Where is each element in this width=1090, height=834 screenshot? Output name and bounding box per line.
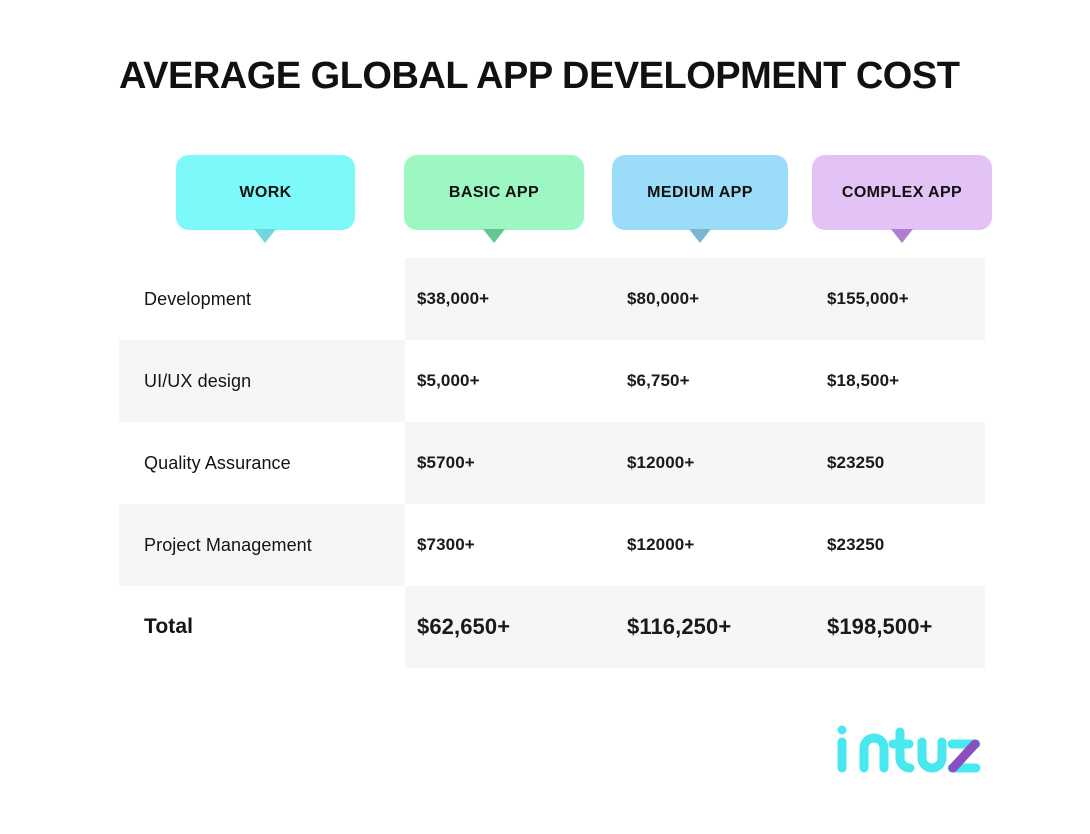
column-header-basic-app-pointer-icon xyxy=(483,229,505,243)
column-header-work-pointer-icon xyxy=(254,229,276,243)
table-row: UI/UX design $5,000+ $6,750+ $18,500+ xyxy=(0,340,1090,422)
intuz-logo-icon xyxy=(837,725,981,773)
row-value: $80,000+ xyxy=(627,289,700,308)
intuz-logo-dot-icon xyxy=(837,725,847,735)
row-value: $5,000+ xyxy=(417,371,480,390)
row-label: Development xyxy=(144,288,252,309)
table-header-row: WORK BASIC APP MEDIUM APP COMPLEX APP xyxy=(0,155,1090,247)
row-value-cell-complex: $23250 xyxy=(815,422,985,504)
column-header-work: WORK xyxy=(176,155,355,230)
row-label-cell: Total xyxy=(119,586,405,668)
row-label-cell: Development xyxy=(119,258,405,340)
row-value: $18,500+ xyxy=(827,371,900,390)
row-value-cell-basic: $5700+ xyxy=(405,422,615,504)
column-header-medium-app: MEDIUM APP xyxy=(612,155,788,230)
row-value: $62,650+ xyxy=(417,614,511,639)
column-header-medium-app-pointer-icon xyxy=(689,229,711,243)
page-title: AVERAGE GLOBAL APP DEVELOPMENT COST xyxy=(119,55,960,97)
column-header-basic-app-label: BASIC APP xyxy=(448,183,540,201)
row-label-cell: UI/UX design xyxy=(119,340,405,422)
row-value: $12000+ xyxy=(627,453,695,472)
column-header-complex-app-pointer-icon xyxy=(891,229,913,243)
row-value: $198,500+ xyxy=(827,614,933,639)
row-value-cell-basic: $38,000+ xyxy=(405,258,615,340)
infographic-canvas: AVERAGE GLOBAL APP DEVELOPMENT COST WORK… xyxy=(0,0,1090,834)
row-value-cell-complex: $18,500+ xyxy=(815,340,985,422)
table-row: Development $38,000+ $80,000+ $155,000+ xyxy=(0,258,1090,340)
cost-table: Development $38,000+ $80,000+ $155,000+ … xyxy=(0,258,1090,668)
row-value-cell-medium: $116,250+ xyxy=(615,586,815,668)
row-label: Total xyxy=(144,615,194,638)
row-value-cell-basic: $5,000+ xyxy=(405,340,615,422)
table-row-total: Total $62,650+ $116,250+ $198,500+ xyxy=(0,586,1090,668)
row-value-cell-basic: $62,650+ xyxy=(405,586,615,668)
row-value-cell-complex: $198,500+ xyxy=(815,586,985,668)
row-value-cell-medium: $6,750+ xyxy=(615,340,815,422)
table-row: Quality Assurance $5700+ $12000+ $23250 xyxy=(0,422,1090,504)
column-header-medium-app-label: MEDIUM APP xyxy=(647,183,753,201)
row-value-cell-complex: $155,000+ xyxy=(815,258,985,340)
row-value: $7300+ xyxy=(417,535,475,554)
row-value: $116,250+ xyxy=(627,614,732,639)
row-label: Project Management xyxy=(144,534,312,555)
row-value: $5700+ xyxy=(417,453,475,472)
row-value: $23250 xyxy=(827,453,885,472)
intuz-logo xyxy=(836,722,986,782)
row-label-cell: Quality Assurance xyxy=(119,422,405,504)
table-row: Project Management $7300+ $12000+ $23250 xyxy=(0,504,1090,586)
row-value: $12000+ xyxy=(627,535,695,554)
row-value: $6,750+ xyxy=(627,371,690,390)
row-value-cell-basic: $7300+ xyxy=(405,504,615,586)
row-value: $155,000+ xyxy=(827,289,909,308)
row-label: UI/UX design xyxy=(144,370,252,391)
row-value-cell-medium: $12000+ xyxy=(615,422,815,504)
column-header-basic-app: BASIC APP xyxy=(404,155,584,230)
row-label: Quality Assurance xyxy=(144,452,291,473)
row-value-cell-medium: $80,000+ xyxy=(615,258,815,340)
row-label-cell: Project Management xyxy=(119,504,405,586)
row-value-cell-complex: $23250 xyxy=(815,504,985,586)
row-value-cell-medium: $12000+ xyxy=(615,504,815,586)
row-value: $23250 xyxy=(827,535,885,554)
column-header-complex-app-label: COMPLEX APP xyxy=(841,183,963,201)
row-value: $38,000+ xyxy=(417,289,490,308)
column-header-complex-app: COMPLEX APP xyxy=(812,155,992,230)
column-header-work-label: WORK xyxy=(239,183,292,201)
